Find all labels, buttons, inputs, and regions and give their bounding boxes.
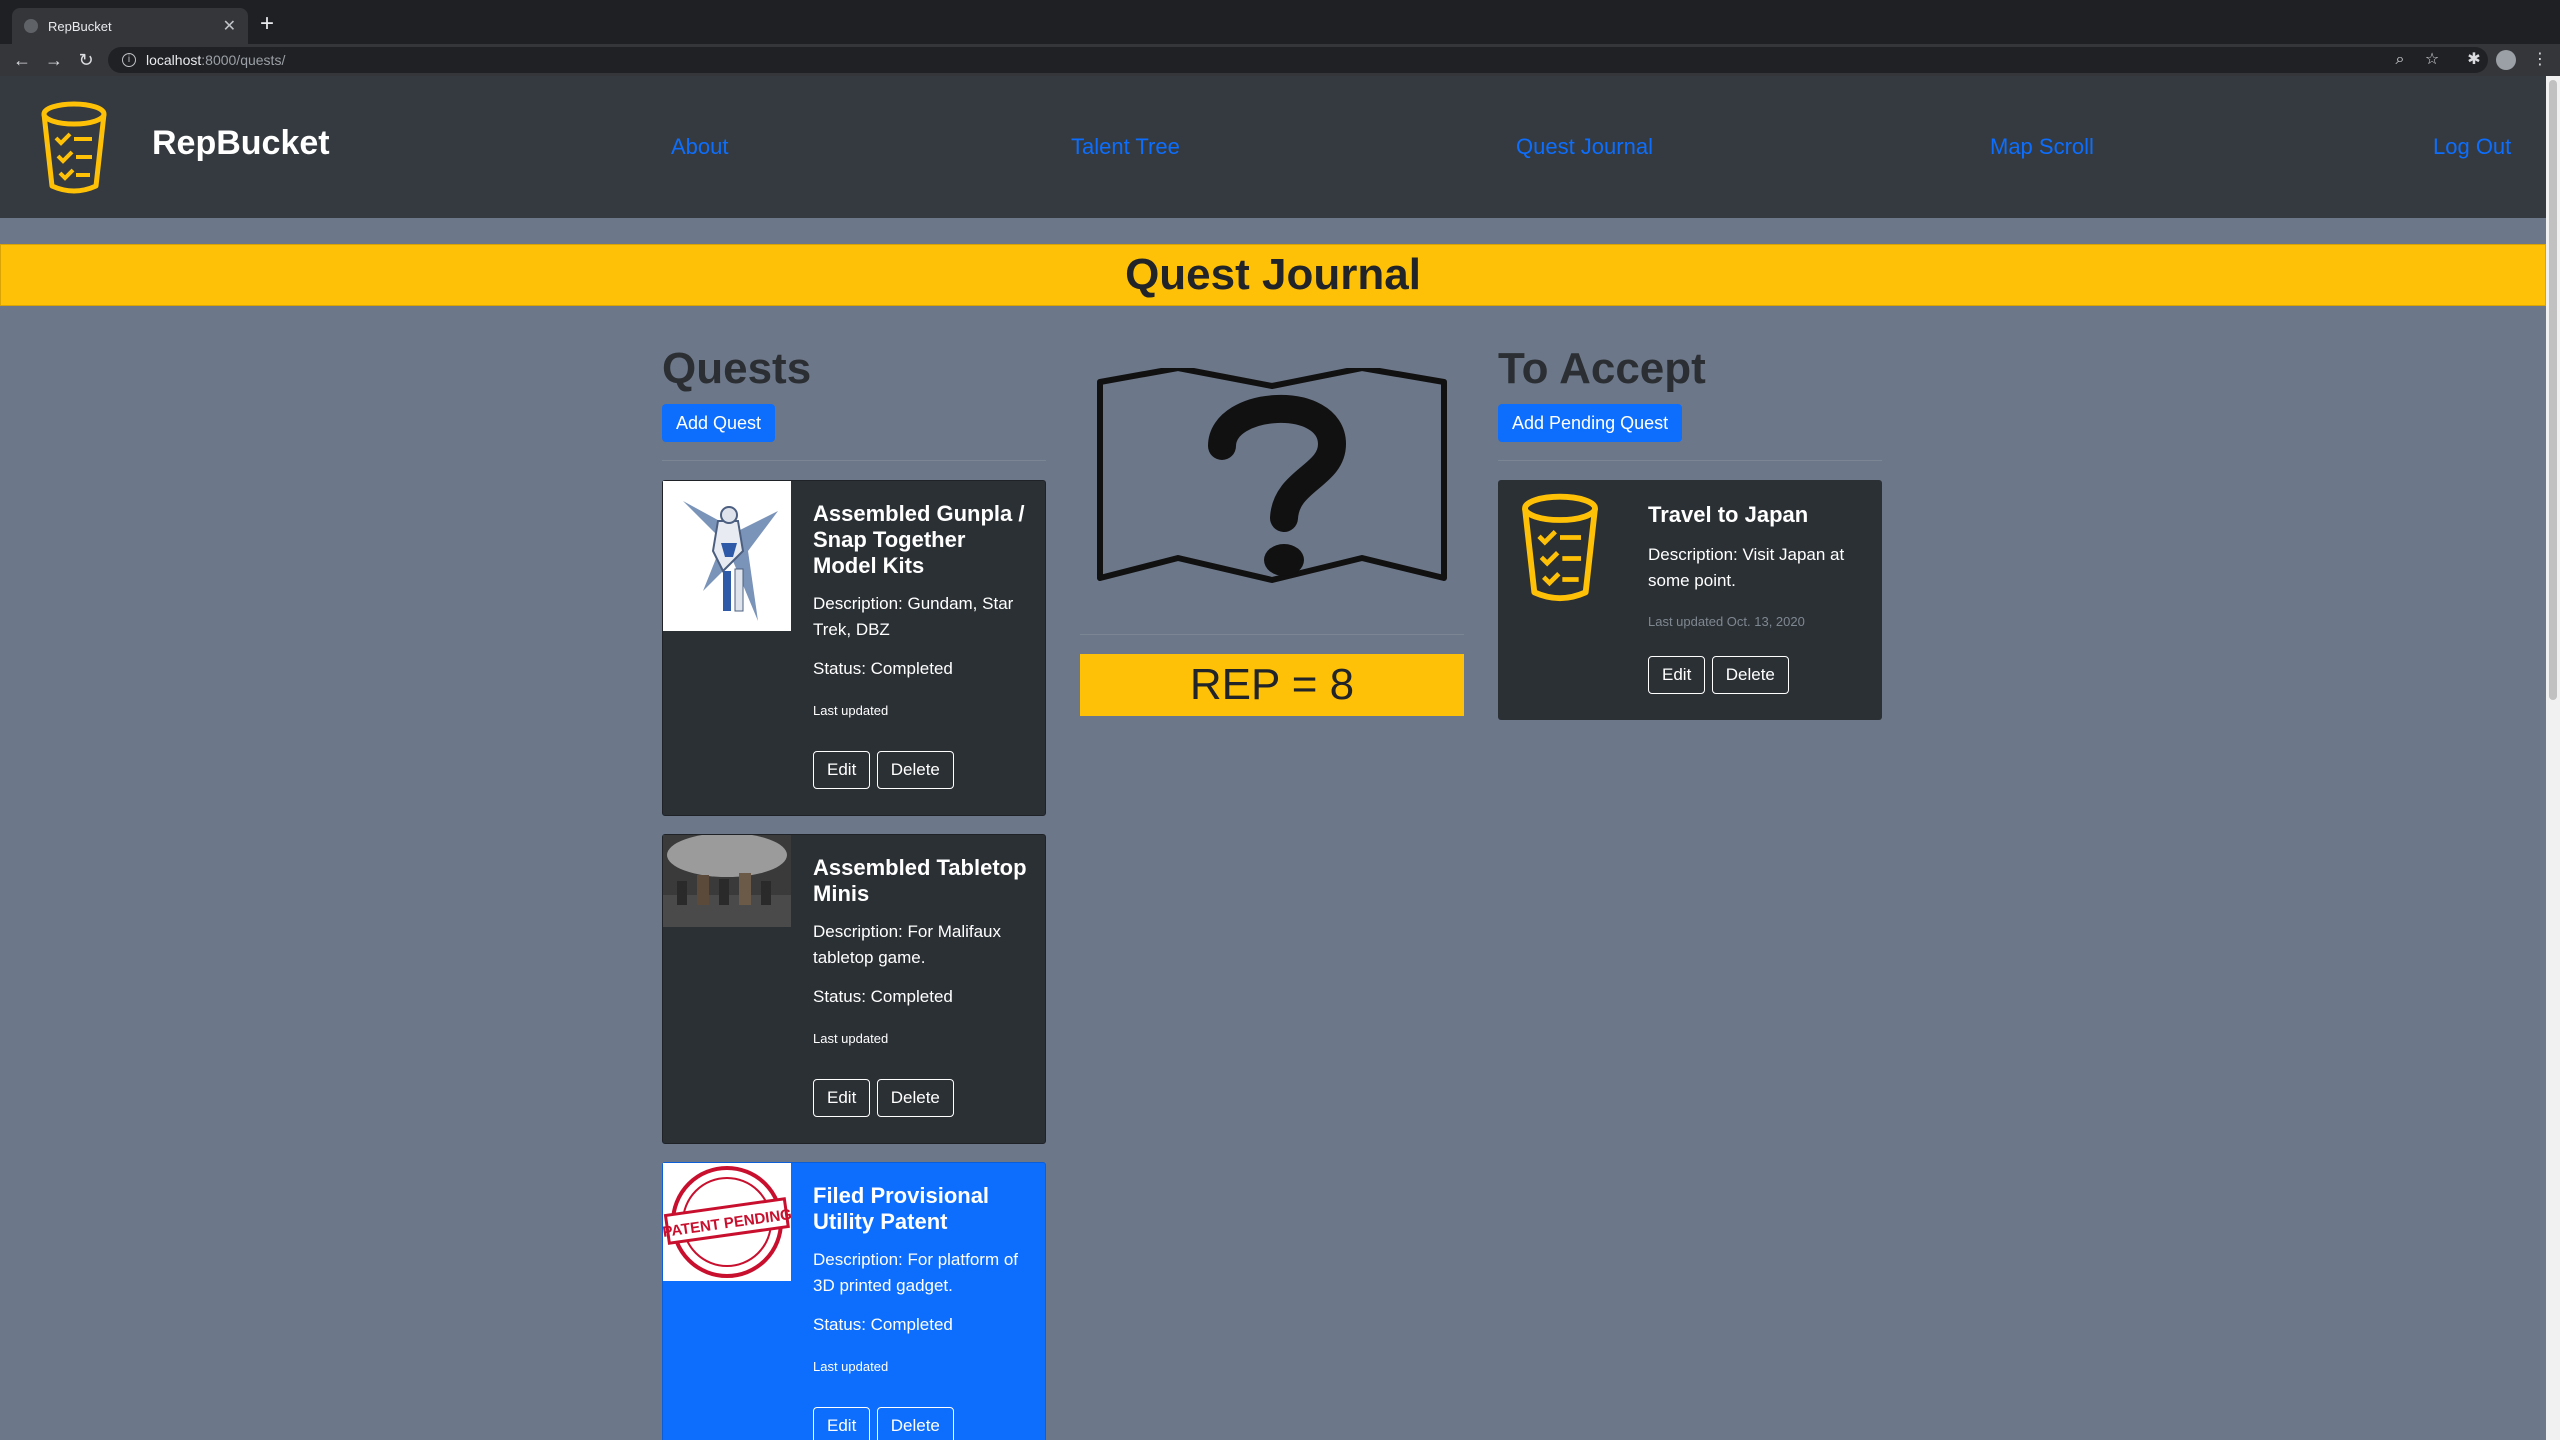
close-icon[interactable]: ✕ <box>223 16 236 36</box>
edit-button[interactable]: Edit <box>1648 656 1706 694</box>
pending-quest-updated: Last updated Oct. 13, 2020 <box>1648 614 1805 629</box>
add-pending-quest-button[interactable]: Add Pending Quest <box>1498 404 1683 442</box>
pending-quest-actions: Edit Delete <box>1648 656 1791 694</box>
bucket-icon <box>1522 493 1598 602</box>
pending-quest-description: Description: Visit Japan at some point. <box>1648 545 1845 590</box>
brand-name[interactable]: RepBucket <box>152 124 330 163</box>
quest-thumbnail-minis <box>663 835 791 927</box>
add-quest-button[interactable]: Add Quest <box>662 404 776 442</box>
new-tab-icon[interactable]: + <box>260 10 274 38</box>
quest-card: PATENT PENDING Filed Provisional Utility… <box>662 1162 1046 1440</box>
quest-thumbnail-gunpla <box>663 481 791 631</box>
quest-status: Status: Completed <box>813 987 953 1006</box>
quest-card-body: Assembled Gunpla / Snap Together Model K… <box>813 501 1033 718</box>
quest-actions: Edit Delete <box>813 1407 956 1440</box>
question-map-icon <box>1097 368 1447 583</box>
extensions-icon[interactable]: ✱ <box>2462 48 2486 72</box>
quest-description: Description: Gundam, Star Trek, DBZ <box>813 594 1014 639</box>
nav-link-quest-journal[interactable]: Quest Journal <box>1516 134 1653 160</box>
nav-link-log-out[interactable]: Log Out <box>2433 134 2511 160</box>
quest-status: Status: Completed <box>813 659 953 678</box>
url-host: localhost <box>146 52 202 68</box>
to-accept-heading: To Accept <box>1498 344 1706 393</box>
quest-updated: Last updated <box>813 1359 889 1374</box>
edit-button[interactable]: Edit <box>813 1079 871 1117</box>
pending-quest-title: Travel to Japan <box>1648 502 1809 527</box>
divider <box>1080 634 1464 635</box>
quest-title: Assembled Gunpla / Snap Together Model K… <box>813 501 1025 578</box>
menu-icon[interactable]: ⋮ <box>2528 48 2552 72</box>
tab-title: RepBucket <box>48 18 112 34</box>
delete-button[interactable]: Delete <box>876 1407 954 1440</box>
browser-tab[interactable]: RepBucket ✕ <box>12 8 248 44</box>
quest-status: Status: Completed <box>813 1315 953 1334</box>
quest-description: Description: For platform of 3D printed … <box>813 1250 1019 1295</box>
back-icon[interactable]: ← <box>10 48 34 72</box>
delete-button[interactable]: Delete <box>876 1079 954 1117</box>
pending-quest-card: Travel to Japan Description: Visit Japan… <box>1498 480 1882 720</box>
delete-button[interactable]: Delete <box>876 751 954 789</box>
delete-button[interactable]: Delete <box>1711 656 1789 694</box>
bucket-logo-icon[interactable] <box>38 98 110 198</box>
quest-card: Assembled Gunpla / Snap Together Model K… <box>662 480 1046 816</box>
pending-card-body: Travel to Japan Description: Visit Japan… <box>1648 502 1872 629</box>
nav-link-map-scroll[interactable]: Map Scroll <box>1990 134 2094 160</box>
quest-card: Assembled Tabletop Minis Description: Fo… <box>662 834 1046 1144</box>
nav-link-talent-tree[interactable]: Talent Tree <box>1071 134 1180 160</box>
quest-card-body: Assembled Tabletop Minis Description: Fo… <box>813 855 1033 1046</box>
edit-button[interactable]: Edit <box>813 1407 871 1440</box>
info-icon[interactable]: i <box>122 53 136 67</box>
scrollbar-thumb[interactable] <box>2549 80 2557 700</box>
page-scrollbar[interactable] <box>2546 76 2560 1440</box>
site-navbar: RepBucket About Talent Tree Quest Journa… <box>0 76 2546 218</box>
url-path: :8000/quests/ <box>201 52 286 68</box>
quest-updated: Last updated <box>813 1031 889 1046</box>
profile-avatar[interactable] <box>2496 50 2516 70</box>
page-title: Quest Journal <box>1125 250 1421 299</box>
favicon-icon <box>24 19 38 33</box>
page-header-banner: Quest Journal <box>0 244 2546 306</box>
quest-updated: Last updated <box>813 703 889 718</box>
quest-actions: Edit Delete <box>813 751 956 789</box>
reload-icon[interactable]: ↻ <box>74 48 98 72</box>
forward-icon[interactable]: → <box>42 48 66 72</box>
divider <box>662 460 1046 461</box>
quests-heading: Quests <box>662 344 812 393</box>
edit-button[interactable]: Edit <box>813 751 871 789</box>
nav-link-about[interactable]: About <box>671 134 729 160</box>
rep-score: REP = 8 <box>1080 654 1464 716</box>
divider <box>1498 460 1882 461</box>
patent-pending-stamp-image: PATENT PENDING <box>663 1163 791 1281</box>
browser-tabstrip: RepBucket ✕ + <box>0 0 2560 44</box>
quest-description: Description: For Malifaux tabletop game. <box>813 922 1002 967</box>
quest-title: Assembled Tabletop Minis <box>813 855 1027 906</box>
quest-actions: Edit Delete <box>813 1079 956 1117</box>
address-bar[interactable]: i localhost:8000/quests/ <box>108 47 2488 73</box>
quest-title: Filed Provisional Utility Patent <box>813 1183 990 1234</box>
zoom-icon[interactable]: ⌕ <box>2388 48 2412 72</box>
browser-toolbar: ← → ↻ i localhost:8000/quests/ ⌕ ☆ ✱ ⋮ <box>0 44 2560 76</box>
quest-card-body: Filed Provisional Utility Patent Descrip… <box>813 1183 1033 1374</box>
star-icon[interactable]: ☆ <box>2420 48 2444 72</box>
